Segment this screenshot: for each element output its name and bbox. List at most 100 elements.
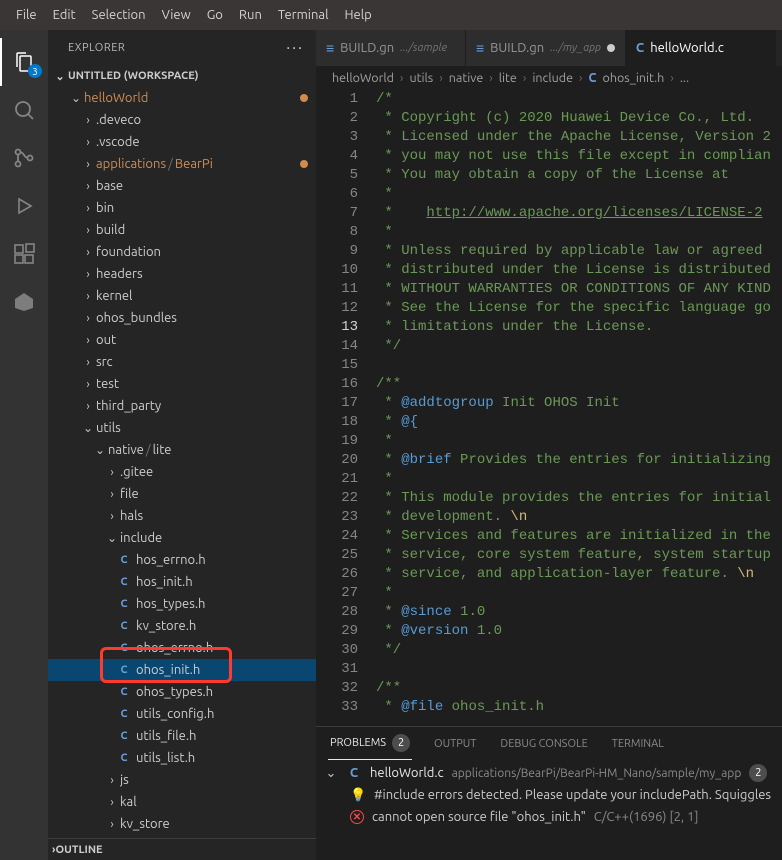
menu-go[interactable]: Go (199, 8, 231, 22)
code-line[interactable]: * @version 1.0 (376, 622, 782, 641)
tree-item[interactable]: ›kv_store (48, 813, 316, 835)
code-line[interactable]: * WITHOUT WARRANTIES OR CONDITIONS OF AN… (376, 280, 782, 299)
panel-tab-debug console[interactable]: DEBUG CONSOLE (498, 738, 589, 750)
menu-edit[interactable]: Edit (45, 8, 84, 22)
menu-file[interactable]: File (8, 8, 45, 22)
outline-header[interactable]: › OUTLINE (48, 838, 316, 860)
menu-run[interactable]: Run (231, 8, 270, 22)
tree-item[interactable]: ›third_party (48, 395, 316, 417)
tree-item[interactable]: ›.deveco (48, 109, 316, 131)
explorer-icon[interactable]: 3 (0, 38, 48, 86)
code-line[interactable]: * you may not use this file except in co… (376, 147, 782, 166)
tree-item[interactable]: ›test (48, 373, 316, 395)
problem-file-row[interactable]: ⌄ C helloWorld.c applications/BearPi/Bea… (324, 762, 774, 784)
tree-item[interactable]: Cohos_init.h (48, 659, 316, 681)
code-line[interactable]: */ (376, 337, 782, 356)
code-line[interactable]: * Services and features are initialized … (376, 527, 782, 546)
tree-item[interactable]: ›base (48, 175, 316, 197)
tree-item[interactable]: Chos_errno.h (48, 549, 316, 571)
tree-item[interactable]: ›.gitee (48, 461, 316, 483)
code-line[interactable]: * http://www.apache.org/licenses/LICENSE… (376, 204, 782, 223)
problem-item[interactable]: ✕cannot open source file "ohos_init.h" C… (324, 806, 774, 828)
editor-tab[interactable]: ≡BUILD.gn.../sample (316, 30, 466, 66)
code-line[interactable]: * service, and application-layer feature… (376, 565, 782, 584)
tree-item[interactable]: ›foundation (48, 241, 316, 263)
breadcrumb-item[interactable]: ... (680, 71, 689, 85)
run-debug-icon[interactable] (0, 182, 48, 230)
problem-item[interactable]: 💡#include errors detected. Please update… (324, 784, 774, 806)
breadcrumb-item[interactable]: ohos_init.h (603, 71, 665, 85)
code-line[interactable]: * Copyright (c) 2020 Huawei Device Co., … (376, 109, 782, 128)
tree-item[interactable]: ›build (48, 219, 316, 241)
panel-tab-output[interactable]: OUTPUT (432, 738, 478, 750)
deveco-icon[interactable] (0, 278, 48, 326)
search-icon[interactable] (0, 86, 48, 134)
breadcrumb-item[interactable]: utils (409, 71, 433, 85)
breadcrumbs[interactable]: helloWorld ›utils ›native ›lite ›include… (316, 66, 782, 90)
code-line[interactable]: * @{ (376, 413, 782, 432)
code-line[interactable]: * distributed under the License is distr… (376, 261, 782, 280)
menu-view[interactable]: View (154, 8, 199, 22)
tree-item[interactable]: ›bin (48, 197, 316, 219)
menu-terminal[interactable]: Terminal (270, 8, 337, 22)
code-line[interactable]: * (376, 223, 782, 242)
code-line[interactable]: * Licensed under the Apache License, Ver… (376, 128, 782, 147)
workspace-header[interactable]: ⌄ UNTITLED (WORKSPACE) (48, 65, 316, 87)
code-line[interactable]: * service, core system feature, system s… (376, 546, 782, 565)
code-line[interactable]: * limitations under the License. (376, 318, 782, 337)
menu-selection[interactable]: Selection (84, 8, 154, 22)
editor-tab[interactable]: ≡BUILD.gn.../my_app (466, 30, 626, 66)
code-line[interactable]: * This module provides the entries for i… (376, 489, 782, 508)
code-line[interactable]: * development. \n (376, 508, 782, 527)
tree-item[interactable]: ›.vscode (48, 131, 316, 153)
tree-item[interactable]: Cutils_config.h (48, 703, 316, 725)
tree-item[interactable]: ›headers (48, 263, 316, 285)
tree-item[interactable]: ›kernel (48, 285, 316, 307)
code-line[interactable]: /* (376, 90, 782, 109)
code-line[interactable]: * (376, 470, 782, 489)
tree-item[interactable]: ⌄native/lite (48, 439, 316, 461)
code-line[interactable] (376, 356, 782, 375)
code-line[interactable]: * @since 1.0 (376, 603, 782, 622)
tree-item[interactable]: Cutils_list.h (48, 747, 316, 769)
tree-item[interactable]: Cutils_file.h (48, 725, 316, 747)
tree-item[interactable]: ⌄include (48, 527, 316, 549)
panel-tab-terminal[interactable]: TERMINAL (610, 738, 666, 750)
tree-item[interactable]: Cohos_errno.h (48, 637, 316, 659)
tree-item[interactable]: ›kal (48, 791, 316, 813)
tree-item[interactable]: ›hals (48, 505, 316, 527)
code-line[interactable]: * (376, 584, 782, 603)
code-line[interactable]: * Unless required by applicable law or a… (376, 242, 782, 261)
tree-item[interactable]: Chos_init.h (48, 571, 316, 593)
tree-item[interactable]: Cohos_types.h (48, 681, 316, 703)
tree-item[interactable]: ›ohos_bundles (48, 307, 316, 329)
code-editor[interactable]: 1234567891011121314151617181920212223242… (316, 90, 782, 726)
code-line[interactable]: * See the License for the specific langu… (376, 299, 782, 318)
code-line[interactable]: * (376, 185, 782, 204)
editor-tab[interactable]: ChelloWorld.c (626, 30, 776, 66)
more-icon[interactable]: ··· (286, 39, 304, 57)
tree-item[interactable]: ⌄utils (48, 417, 316, 439)
tree-item[interactable]: Ckv_store.h (48, 615, 316, 637)
breadcrumb-item[interactable]: native (449, 71, 483, 85)
code-line[interactable]: * @file ohos_init.h (376, 698, 782, 717)
code-line[interactable]: * You may obtain a copy of the License a… (376, 166, 782, 185)
code-line[interactable]: * @brief Provides the entries for initia… (376, 451, 782, 470)
tree-item[interactable]: ›out (48, 329, 316, 351)
breadcrumb-item[interactable]: lite (499, 71, 517, 85)
code-line[interactable]: * (376, 432, 782, 451)
tree-item[interactable]: ›applications/BearPi (48, 153, 316, 175)
extensions-icon[interactable] (0, 230, 48, 278)
tree-item[interactable]: ›file (48, 483, 316, 505)
source-control-icon[interactable] (0, 134, 48, 182)
code-line[interactable]: * @addtogroup Init OHOS Init (376, 394, 782, 413)
code-line[interactable]: /** (376, 375, 782, 394)
breadcrumb-item[interactable]: include (532, 71, 573, 85)
tree-item[interactable]: ⌄helloWorld (48, 87, 316, 109)
menu-help[interactable]: Help (336, 8, 379, 22)
tree-item[interactable]: Chos_types.h (48, 593, 316, 615)
breadcrumb-item[interactable]: helloWorld (332, 71, 394, 85)
tree-item[interactable]: ›src (48, 351, 316, 373)
code-line[interactable]: /** (376, 679, 782, 698)
panel-tab-problems[interactable]: PROBLEMS2 (328, 727, 412, 760)
